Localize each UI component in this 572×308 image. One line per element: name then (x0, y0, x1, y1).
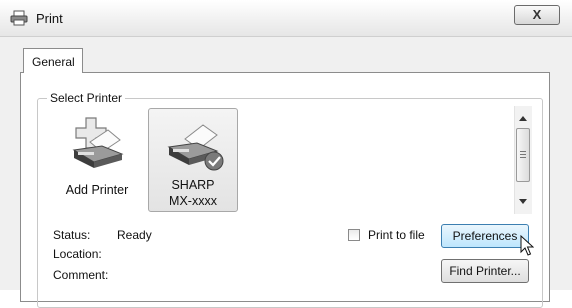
print-to-file-label: Print to file (368, 228, 425, 242)
scroll-down-arrow-icon[interactable] (519, 199, 527, 204)
printer-list-scrollbar[interactable] (514, 106, 532, 214)
close-icon: X (532, 7, 542, 22)
printer-name-add-printer: Add Printer (65, 183, 129, 197)
scroll-up-arrow-icon[interactable] (519, 116, 527, 121)
mouse-pointer-icon (520, 235, 534, 256)
status-value: Ready (117, 228, 152, 242)
printer-list: Add Printer SHARP MX-xxxx (52, 108, 512, 212)
title-bar: Print X (0, 0, 572, 37)
preferences-button[interactable]: Preferences (441, 224, 529, 248)
print-to-file-checkbox[interactable] (348, 229, 360, 241)
comment-label: Comment: (53, 268, 109, 282)
tab-general-label: General (32, 55, 75, 69)
location-label: Location: (53, 247, 102, 261)
printer-default-icon (167, 124, 224, 171)
scroll-thumb[interactable] (516, 128, 530, 182)
window-title: Print (36, 11, 63, 26)
printer-icon (10, 10, 28, 26)
status-label: Status: (53, 228, 91, 242)
add-printer-icon (72, 117, 124, 168)
printer-item-add-printer[interactable]: Add Printer (52, 108, 142, 212)
printer-item-sharp-mx[interactable]: SHARP MX-xxxx (148, 108, 238, 212)
close-button[interactable]: X (514, 5, 560, 25)
printer-name-sharp-mx: SHARP MX-xxxx (169, 178, 217, 208)
tab-general[interactable]: General (23, 48, 83, 73)
select-printer-label: Select Printer (47, 91, 126, 105)
find-printer-button[interactable]: Find Printer... (441, 259, 529, 283)
